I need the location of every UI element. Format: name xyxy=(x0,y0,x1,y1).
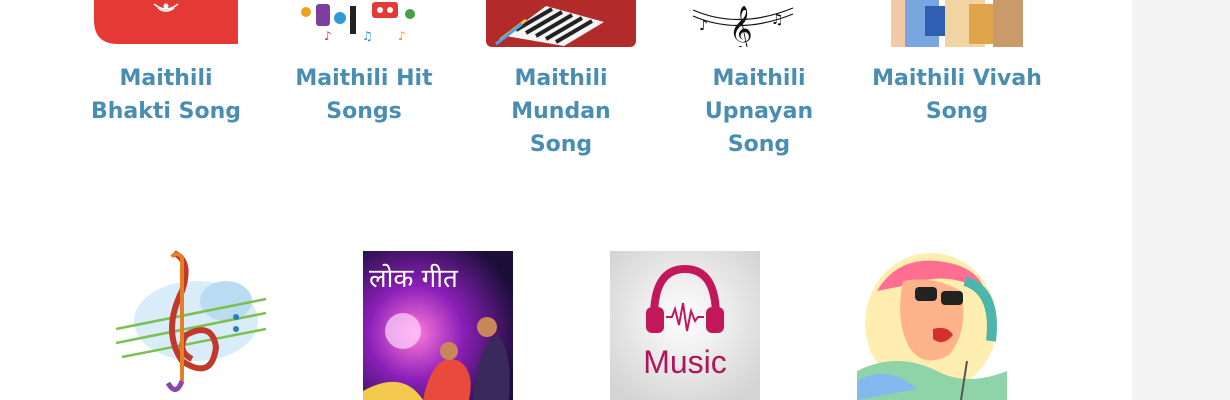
treble-clef-thumb-icon xyxy=(116,251,266,400)
category-lok-geet[interactable]: लोक गीत xyxy=(363,251,513,400)
svg-text:♪: ♪ xyxy=(398,29,406,43)
category-label-line3: Song xyxy=(529,132,593,157)
svg-text:𝄞: 𝄞 xyxy=(729,6,753,47)
category-vivah-song[interactable]: Maithili Vivah Song xyxy=(872,0,1042,170)
category-hit-songs[interactable]: ♪ ♫ ♪ Maithili Hit Songs xyxy=(284,0,444,170)
bhakti-thumb-icon xyxy=(94,0,238,44)
category-mundan-song[interactable]: Maithili Mundan Song xyxy=(481,0,641,170)
music-image-text: Music xyxy=(643,344,727,380)
category-dj[interactable] xyxy=(857,251,1007,400)
category-music-headphones[interactable]: Music xyxy=(610,251,760,400)
category-label-line1: Maithili xyxy=(514,66,608,91)
lok-geet-thumb-icon: लोक गीत xyxy=(363,251,513,400)
hit-songs-thumb-icon: ♪ ♫ ♪ xyxy=(294,0,434,44)
category-label-line1: Maithili Vivah xyxy=(872,66,1042,91)
lok-geet-image-text: लोक गीत xyxy=(369,263,459,294)
music-headphones-thumb-icon: Music xyxy=(610,251,760,400)
category-label-line3: Song xyxy=(727,132,791,157)
dj-thumb-icon xyxy=(857,251,1007,400)
category-label-line2: Bhakti Song xyxy=(91,99,241,124)
category-label-line2: Songs xyxy=(326,99,402,124)
category-label-line2: Song xyxy=(925,99,989,124)
svg-text:♪: ♪ xyxy=(324,29,332,43)
music-notes-thumb-icon: 𝄞 ♪ ♫ xyxy=(689,0,799,47)
svg-text:♫: ♫ xyxy=(362,29,373,43)
category-label-line1: Maithili xyxy=(712,66,806,91)
vivah-thumb-icon xyxy=(885,0,1029,47)
category-bhakti-song[interactable]: Maithili Bhakti Song xyxy=(86,0,246,170)
category-upnayan-song[interactable]: 𝄞 ♪ ♫ Maithili Upnayan Song xyxy=(679,0,839,170)
category-label-line1: Maithili Hit xyxy=(295,66,433,91)
svg-text:♫: ♫ xyxy=(771,12,784,28)
category-treble-clef[interactable] xyxy=(116,251,266,400)
category-label-line2: Mundan xyxy=(511,99,611,124)
category-label-line1: Maithili xyxy=(119,66,213,91)
svg-text:♪: ♪ xyxy=(699,18,708,34)
category-label-line2: Upnayan xyxy=(704,99,814,124)
right-sidebar-rail xyxy=(1132,0,1230,400)
piano-thumb-icon xyxy=(486,0,636,47)
